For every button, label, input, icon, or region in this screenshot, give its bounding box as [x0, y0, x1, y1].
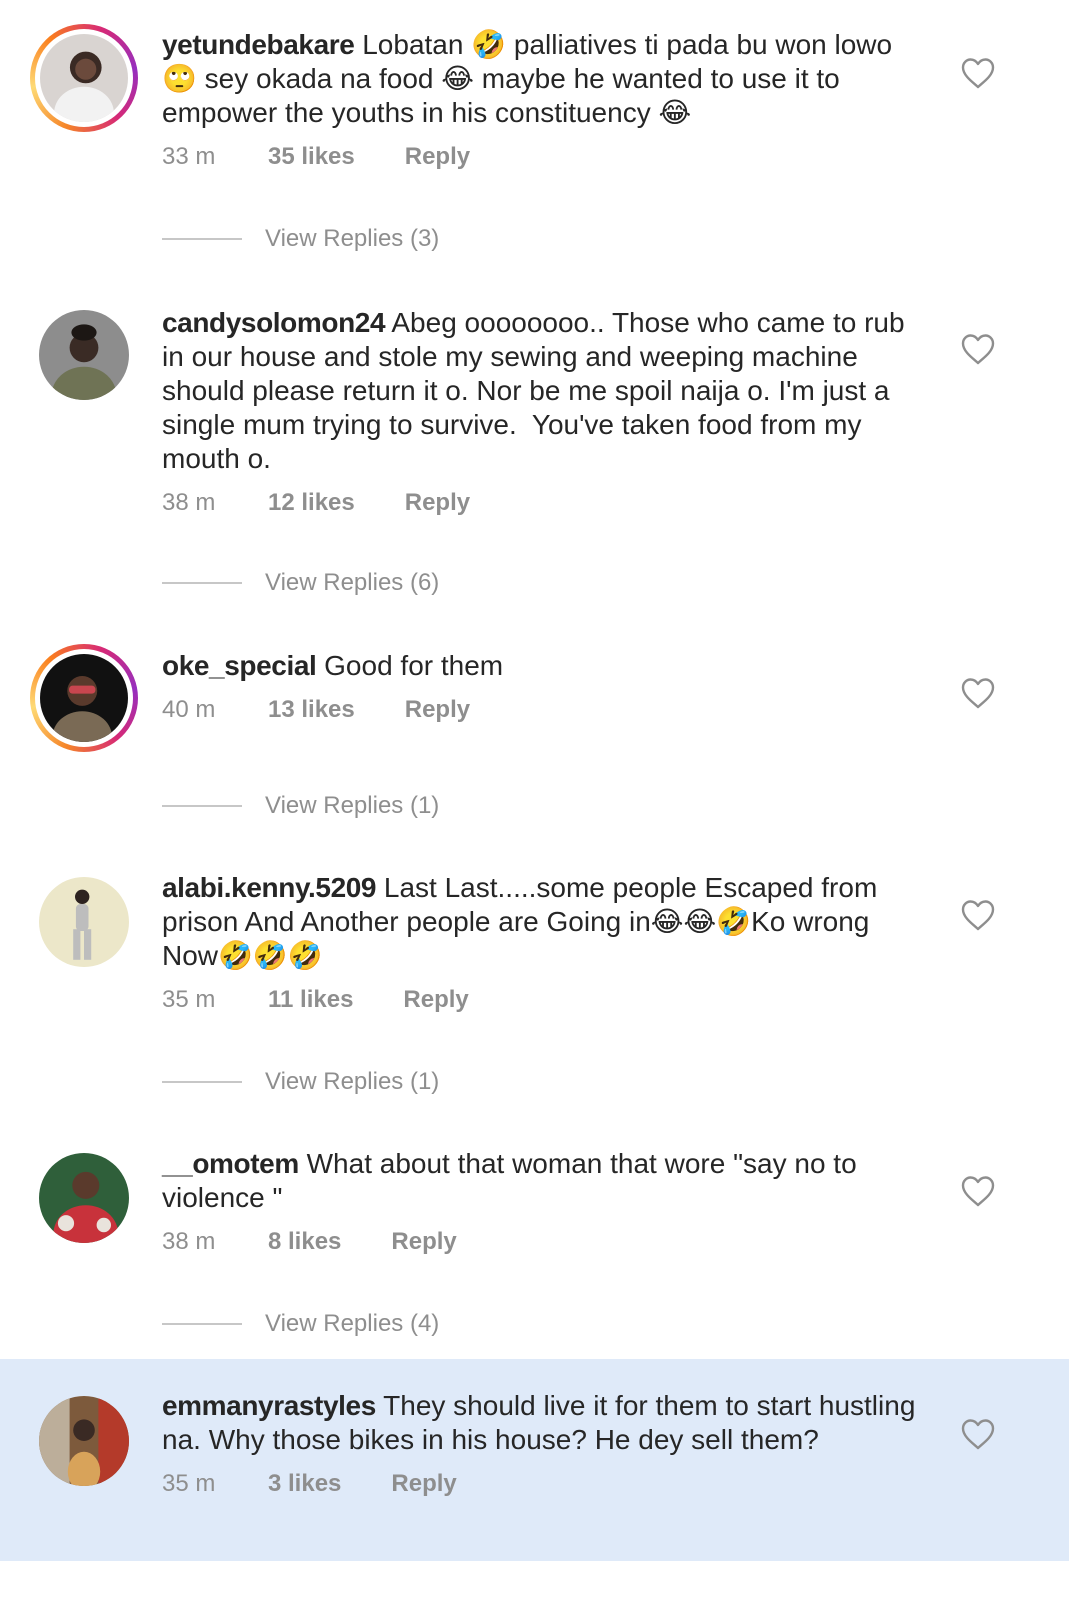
- comment-meta: 35 m 3 likes Reply: [162, 1469, 932, 1499]
- replies-divider-line: [162, 1081, 242, 1083]
- comment-likes-count[interactable]: 8 likes: [268, 1228, 341, 1256]
- comment-item: __omotem What about that woman that wore…: [0, 1139, 1069, 1359]
- reply-button[interactable]: Reply: [405, 143, 470, 171]
- comment-text: __omotem What about that woman that wore…: [162, 1147, 932, 1215]
- view-replies-button[interactable]: View Replies (1): [162, 791, 439, 821]
- view-replies-button[interactable]: View Replies (1): [162, 1067, 439, 1097]
- avatar: [39, 877, 129, 967]
- comment-timestamp: 35 m: [162, 986, 216, 1013]
- view-replies-label: View Replies (4): [265, 1310, 440, 1337]
- comment-timestamp: 35 m: [162, 1470, 216, 1497]
- comment-username[interactable]: oke_special: [162, 650, 317, 681]
- view-replies-button[interactable]: View Replies (6): [162, 568, 439, 598]
- comment-item: oke_special Good for them 40 m 13 likes …: [0, 630, 1069, 852]
- comment-username[interactable]: yetundebakare: [162, 29, 355, 60]
- reply-button[interactable]: Reply: [403, 986, 468, 1014]
- avatar: [39, 1153, 129, 1243]
- comment-meta: 38 m 12 likes Reply: [162, 488, 932, 518]
- replies-divider-line: [162, 582, 242, 584]
- comment-username[interactable]: emmanyrastyles: [162, 1390, 376, 1421]
- comment-meta: 35 m 11 likes Reply: [162, 985, 932, 1015]
- comment-timestamp: 38 m: [162, 489, 216, 516]
- avatar: [40, 654, 128, 742]
- comment-item: yetundebakare Lobatan 🤣 palliatives ti p…: [0, 0, 1069, 285]
- comment-item: candysolomon24 Abeg oooooooo.. Those who…: [0, 285, 1069, 630]
- avatar: [39, 1396, 129, 1486]
- avatar-frame[interactable]: [30, 1387, 138, 1495]
- view-replies-button[interactable]: View Replies (4): [162, 1309, 439, 1339]
- comment-timestamp: 40 m: [162, 696, 216, 723]
- heart-icon[interactable]: [960, 1418, 996, 1450]
- comment-meta: 40 m 13 likes Reply: [162, 695, 932, 725]
- comment-likes-count[interactable]: 12 likes: [268, 489, 355, 517]
- comment-text: oke_special Good for them: [162, 649, 932, 683]
- view-replies-label: View Replies (3): [265, 225, 440, 252]
- comment-body: Good for them: [316, 650, 504, 681]
- replies-divider-line: [162, 238, 242, 240]
- avatar-story-ring[interactable]: [30, 644, 138, 752]
- comment-text: emmanyrastyles They should live it for t…: [162, 1389, 932, 1457]
- view-replies-label: View Replies (1): [265, 792, 440, 819]
- comment-likes-count[interactable]: 3 likes: [268, 1470, 341, 1498]
- comment-meta: 33 m 35 likes Reply: [162, 142, 932, 172]
- comment-username[interactable]: alabi.kenny.5209: [162, 872, 377, 903]
- comment-text: alabi.kenny.5209 Last Last.....some peop…: [162, 871, 932, 973]
- reply-button[interactable]: Reply: [405, 489, 470, 517]
- heart-icon[interactable]: [960, 1175, 996, 1207]
- comment-text: yetundebakare Lobatan 🤣 palliatives ti p…: [162, 28, 932, 130]
- avatar-frame[interactable]: [30, 1144, 138, 1252]
- avatar: [39, 310, 129, 400]
- comment-likes-count[interactable]: 13 likes: [268, 696, 355, 724]
- comment-item: alabi.kenny.5209 Last Last.....some peop…: [0, 852, 1069, 1139]
- comment-timestamp: 33 m: [162, 143, 216, 170]
- comment-meta: 38 m 8 likes Reply: [162, 1227, 932, 1257]
- view-replies-label: View Replies (6): [265, 569, 440, 596]
- replies-divider-line: [162, 805, 242, 807]
- comment-username[interactable]: candysolomon24: [162, 307, 386, 338]
- heart-icon[interactable]: [960, 57, 996, 89]
- heart-icon[interactable]: [960, 677, 996, 709]
- view-replies-button[interactable]: View Replies (3): [162, 224, 439, 254]
- heart-icon[interactable]: [960, 899, 996, 931]
- comment-text: candysolomon24 Abeg oooooooo.. Those who…: [162, 306, 932, 476]
- avatar-story-ring[interactable]: [30, 24, 138, 132]
- comment-timestamp: 38 m: [162, 1228, 216, 1255]
- view-replies-label: View Replies (1): [265, 1068, 440, 1095]
- comment-username[interactable]: __omotem: [162, 1148, 299, 1179]
- comment-likes-count[interactable]: 11 likes: [268, 986, 353, 1014]
- replies-divider-line: [162, 1323, 242, 1325]
- reply-button[interactable]: Reply: [405, 696, 470, 724]
- avatar-frame[interactable]: [30, 868, 138, 976]
- reply-button[interactable]: Reply: [391, 1228, 456, 1256]
- heart-icon[interactable]: [960, 333, 996, 365]
- reply-button[interactable]: Reply: [391, 1470, 456, 1498]
- comments-list: yetundebakare Lobatan 🤣 palliatives ti p…: [0, 0, 1069, 1600]
- comment-likes-count[interactable]: 35 likes: [268, 143, 355, 171]
- comment-item-highlighted: emmanyrastyles They should live it for t…: [0, 1359, 1069, 1561]
- avatar-frame[interactable]: [30, 301, 138, 409]
- avatar: [40, 34, 128, 122]
